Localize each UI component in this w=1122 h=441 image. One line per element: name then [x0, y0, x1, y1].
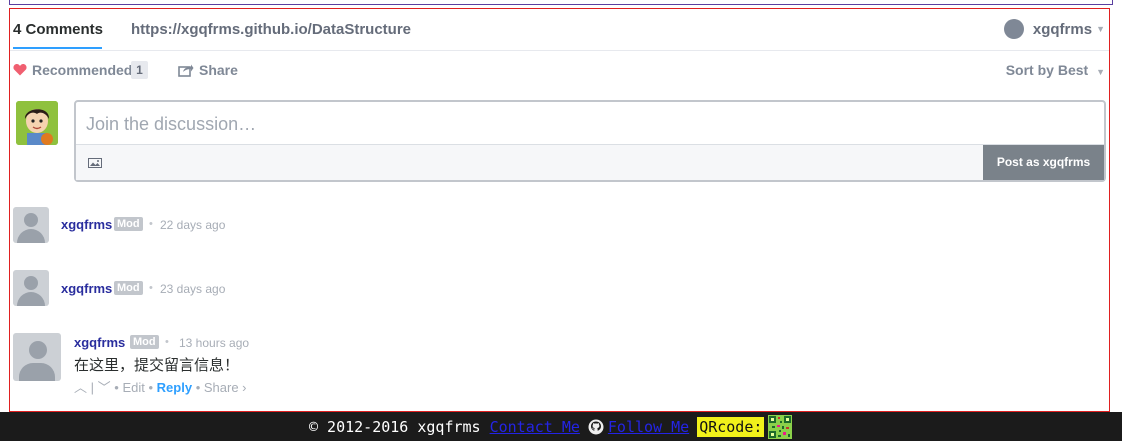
separator-dot: • — [148, 380, 157, 395]
comment-author[interactable]: xgqfrms — [61, 217, 112, 232]
commenter-avatar[interactable] — [13, 333, 61, 381]
github-icon — [588, 419, 604, 435]
comment-author[interactable]: xgqfrms — [74, 335, 125, 350]
disqus-thread: 4 Comments https://xgqfrms.github.io/Dat… — [9, 8, 1110, 412]
commenter-avatar[interactable] — [13, 207, 49, 243]
qr-code-image[interactable] — [768, 415, 793, 439]
thread-nav: 4 Comments https://xgqfrms.github.io/Dat… — [10, 9, 1109, 51]
recommend-button[interactable]: Recommended — [32, 62, 132, 78]
commenter-avatar[interactable] — [13, 270, 49, 306]
downvote-icon[interactable]: ﹀ — [98, 380, 111, 395]
thread-toolbar: Recommended 1 Share Sort by Best ▼ — [10, 60, 1109, 80]
reply-link[interactable]: Reply — [157, 380, 192, 395]
caret-down-icon: ▼ — [1096, 24, 1105, 34]
page-top-frame — [9, 0, 1113, 5]
page-footer: © 2012-2016 xgqfrms Contact Me Follow Me… — [0, 412, 1122, 441]
heart-icon[interactable] — [13, 63, 27, 76]
active-tab-indicator — [13, 47, 102, 49]
comment-timestamp[interactable]: 23 days ago — [160, 282, 225, 296]
post-button[interactable]: Post as xgqfrms — [983, 145, 1104, 180]
comment-actions: ︿ | ﹀ • Edit • Reply • Share › — [74, 377, 247, 396]
comment-input[interactable]: Join the discussion… — [86, 114, 256, 135]
separator-dot: • — [149, 218, 153, 230]
comment-body: 在这里，提交留言信息！ — [74, 357, 240, 374]
tab-community-link[interactable]: https://xgqfrms.github.io/DataStructure — [131, 21, 411, 38]
mod-badge: Mod — [114, 281, 143, 295]
edit-link[interactable]: Edit — [122, 380, 144, 395]
image-icon[interactable] — [88, 158, 102, 168]
copyright-text: © 2012-2016 xgqfrms — [309, 418, 481, 436]
recommend-count: 1 — [131, 61, 148, 79]
share-button[interactable]: Share — [199, 62, 238, 78]
user-menu[interactable]: xgqfrms ▼ — [1003, 19, 1105, 39]
current-user-avatar — [16, 101, 58, 145]
comment-timestamp[interactable]: 22 days ago — [160, 218, 225, 232]
separator-dot: • — [149, 282, 153, 294]
caret-down-icon: ▼ — [1096, 67, 1105, 77]
follow-link[interactable]: Follow Me — [608, 417, 689, 437]
sort-label: Sort by Best — [1005, 62, 1089, 78]
share-link[interactable]: Share › — [204, 380, 247, 395]
tab-comments[interactable]: 4 Comments — [13, 21, 103, 38]
share-icon[interactable] — [178, 63, 194, 77]
separator-dot: • — [195, 380, 204, 395]
comment-composer[interactable]: Join the discussion… Post as xgqfrms — [74, 100, 1106, 182]
composer-toolbar: Post as xgqfrms — [76, 144, 1104, 180]
user-name: xgqfrms — [1032, 20, 1093, 38]
mod-badge: Mod — [130, 335, 159, 349]
user-avatar — [1003, 19, 1024, 39]
separator-dot: • — [165, 336, 169, 348]
mod-badge: Mod — [114, 217, 143, 231]
comment-timestamp[interactable]: 13 hours ago — [179, 336, 249, 350]
sort-dropdown[interactable]: Sort by Best ▼ — [1006, 62, 1105, 78]
vote-divider: | — [90, 380, 98, 395]
comment-author[interactable]: xgqfrms — [61, 281, 112, 296]
upvote-icon[interactable]: ︿ — [74, 380, 87, 395]
qr-label: QRcode: — [697, 417, 765, 437]
contact-link[interactable]: Contact Me — [490, 417, 580, 437]
